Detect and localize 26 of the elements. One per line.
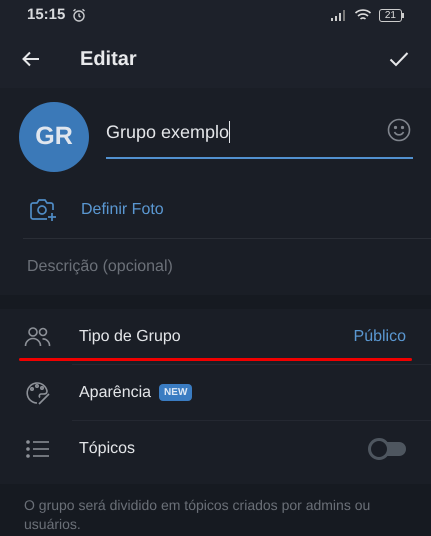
palette-icon (24, 380, 50, 406)
settings-row[interactable]: Tipo de Grupo Público (0, 309, 431, 364)
battery-icon: 21 (378, 8, 404, 22)
new-badge: NEW (159, 384, 192, 401)
check-icon[interactable] (389, 51, 409, 67)
group-avatar[interactable]: GR (19, 102, 89, 172)
group-name-field[interactable]: Grupo exemplo (106, 107, 413, 159)
description-field[interactable]: Descrição (opcional) (27, 255, 407, 279)
footer-note: O grupo será dividido em tópicos criados por admins ou usuários. (23, 496, 372, 534)
wifi-icon (354, 8, 372, 22)
status-time: 15:15 (27, 4, 66, 25)
signal-icon (330, 9, 346, 21)
emoji-icon[interactable] (387, 118, 411, 142)
camera-add-icon (29, 198, 59, 222)
people-icon (24, 326, 51, 348)
set-photo-button[interactable]: Definir Foto (0, 182, 431, 238)
row-value: Público (354, 326, 406, 346)
back-icon[interactable] (22, 51, 40, 67)
settings-row[interactable]: Aparência NEW (0, 365, 431, 420)
screen-title: Editar (80, 47, 137, 72)
row-label: Tipo de Grupo (79, 326, 181, 346)
row-label: Tópicos (79, 438, 136, 458)
settings-row[interactable]: Tópicos (0, 421, 431, 476)
row-label: Aparência (79, 382, 152, 402)
alarm-icon (72, 8, 86, 22)
list-icon (26, 440, 50, 458)
